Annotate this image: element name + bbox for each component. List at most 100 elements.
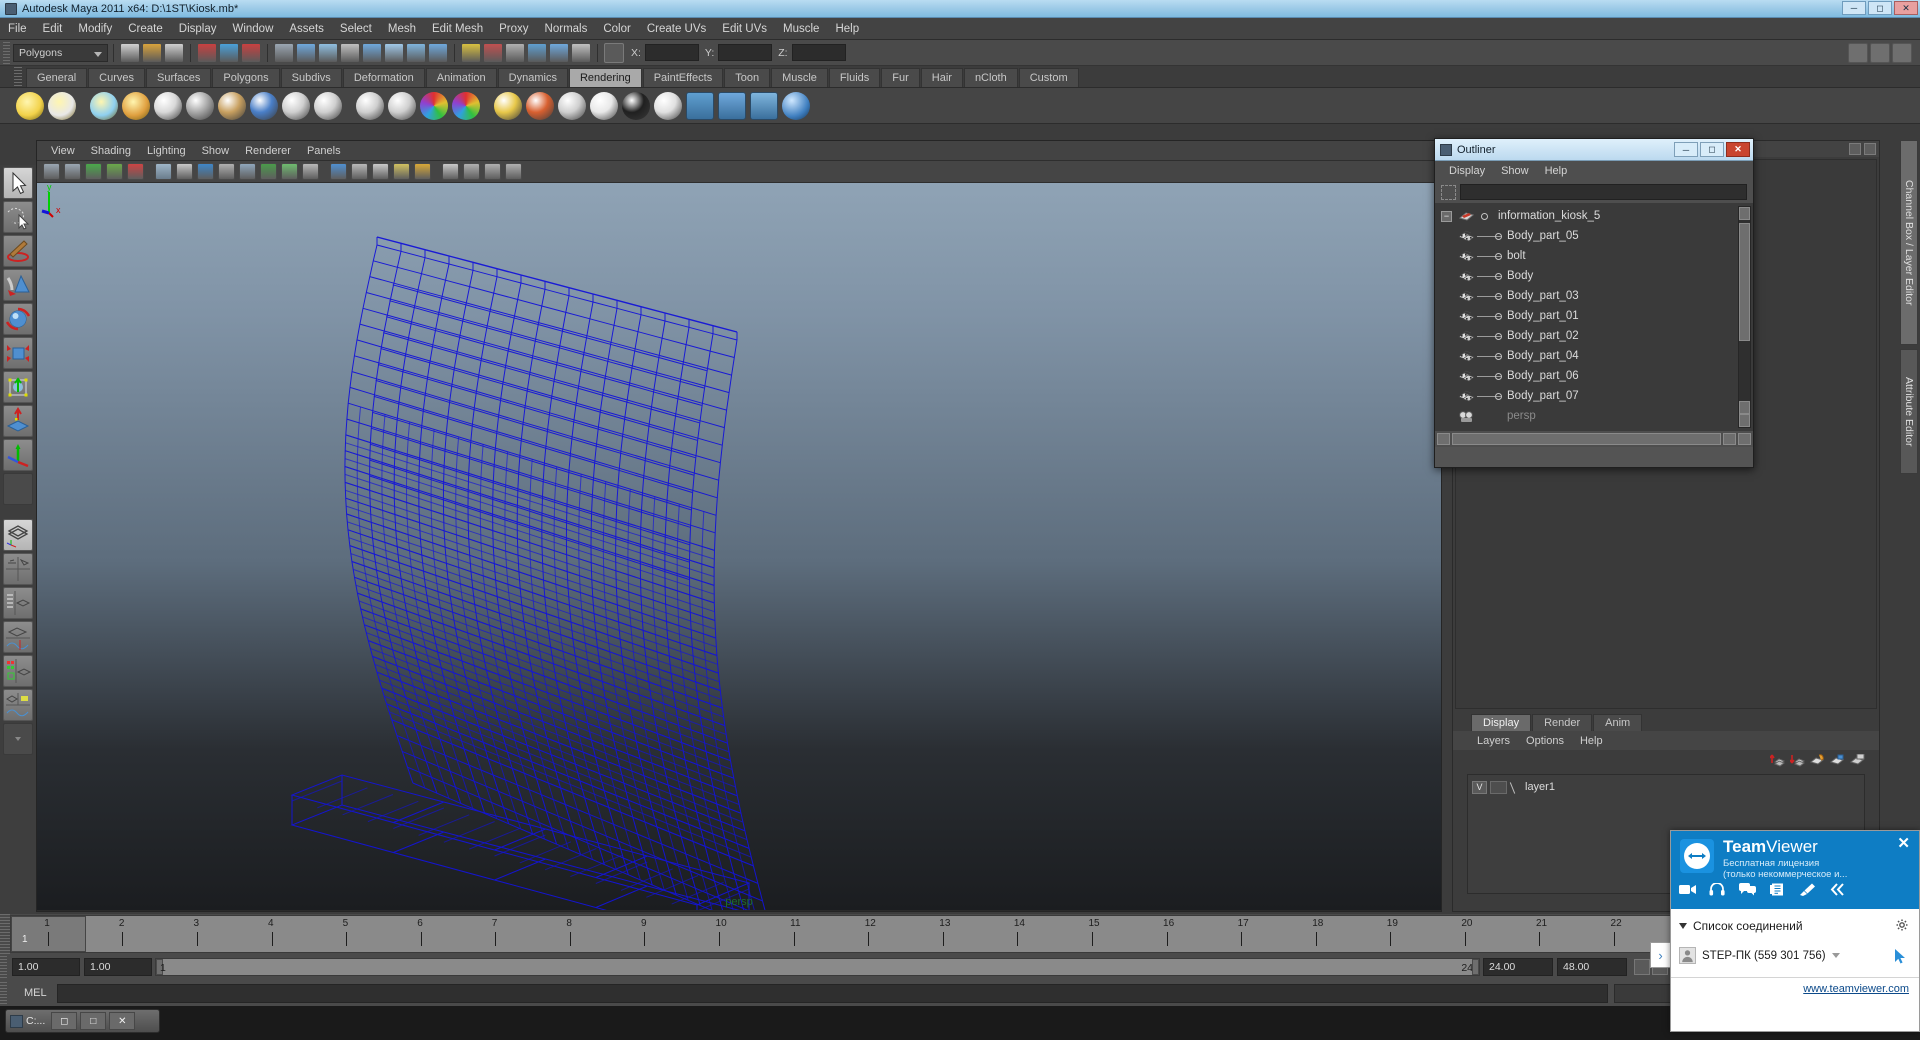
status-icon-d-4[interactable]: [549, 42, 569, 63]
hscroll-right-arrow[interactable]: [1723, 433, 1736, 445]
viewport-use-default-lighting-icon[interactable]: [281, 163, 298, 180]
minimize-button[interactable]: ─: [1842, 1, 1866, 15]
shelf-tab-polygons[interactable]: Polygons: [212, 68, 280, 87]
toolbox-select-tool[interactable]: [3, 167, 33, 199]
audio-call-icon[interactable]: [1709, 882, 1726, 898]
shelf-icon-12[interactable]: [420, 91, 448, 120]
layer-visibility-toggle[interactable]: V: [1472, 780, 1487, 794]
shelf-icon-9[interactable]: [314, 91, 342, 120]
outliner-title-bar[interactable]: Outliner ─ ◻ ✕: [1435, 139, 1753, 161]
toolbox-persp-graph-split-layout[interactable]: [3, 689, 33, 721]
teamviewer-website-link[interactable]: www.teamviewer.com: [1803, 983, 1909, 995]
chevron-down-icon[interactable]: [1831, 953, 1840, 958]
taskbar-restore-button[interactable]: ◻: [51, 1012, 78, 1030]
restore-button[interactable]: ◻: [1868, 1, 1892, 15]
viewport-bookmark-icon[interactable]: [85, 163, 102, 180]
viewport-select-camera-icon[interactable]: [43, 163, 60, 180]
anim-start-field[interactable]: 1.00: [84, 958, 152, 976]
time-slider-grip[interactable]: [0, 914, 10, 954]
outliner-tree[interactable]: − information_kiosk_5 Body_part_05 bolt Body…: [1435, 203, 1753, 431]
status-icon-d-5[interactable]: [571, 42, 591, 63]
expand-collapse-toggle[interactable]: −: [1441, 210, 1452, 222]
command-line[interactable]: MEL: [0, 980, 1920, 1006]
range-right-handle[interactable]: [1472, 959, 1479, 975]
layer-tab-display[interactable]: Display: [1471, 714, 1532, 731]
outliner-menu-display[interactable]: Display: [1441, 164, 1493, 178]
outliner-search-input[interactable]: [1460, 184, 1747, 200]
menu-item-file[interactable]: File: [0, 20, 35, 38]
viewport-menu-panels[interactable]: Panels: [299, 143, 349, 159]
shelf-tab-ncloth[interactable]: nCloth: [963, 68, 1018, 87]
selection-mode-dropdown[interactable]: Polygons: [13, 43, 108, 62]
toolbox-outliner-persp-layout[interactable]: [3, 587, 33, 619]
toolbox-paint-select-tool[interactable]: [3, 235, 33, 267]
taskbar-maximize-button[interactable]: □: [80, 1012, 107, 1030]
layer-new-layer-from-selected-icon[interactable]: [1829, 754, 1845, 768]
viewport-smooth-shade-icon[interactable]: [176, 163, 193, 180]
status-icon-c-1[interactable]: [296, 42, 316, 63]
viewport-gamma-icon[interactable]: [393, 163, 410, 180]
dock-undock-icon[interactable]: [1849, 143, 1861, 155]
side-tab-channel-box-layer-editor[interactable]: Channel Box / Layer Editor: [1900, 140, 1918, 345]
whiteboard-icon[interactable]: [1799, 883, 1816, 898]
toolbox-universal-manipulator-tool[interactable]: [3, 371, 33, 403]
layer-menu-layers[interactable]: Layers: [1469, 734, 1518, 748]
viewport-smooth-shade-all-icon[interactable]: [197, 163, 214, 180]
layer-layer-membership-icon[interactable]: [1849, 753, 1865, 768]
time-slider[interactable]: 1 12345678910111213141516171819202122232…: [0, 914, 1920, 954]
viewport-camera-attributes-icon[interactable]: [64, 163, 81, 180]
shelf-icon-16[interactable]: [558, 91, 586, 120]
menu-item-modify[interactable]: Modify: [70, 20, 120, 38]
range-start-field[interactable]: 1.00: [12, 958, 80, 976]
outliner-item[interactable]: Body_part_02: [1435, 326, 1753, 346]
viewport-panel[interactable]: View Shading Lighting Show Renderer Panels y …: [36, 140, 1442, 912]
viewport-shadows-icon[interactable]: [302, 163, 319, 180]
viewport-canvas[interactable]: y x persp: [37, 183, 1441, 910]
gear-icon[interactable]: [1896, 919, 1909, 932]
shelf-icon-1[interactable]: [48, 91, 76, 120]
status-line[interactable]: Polygons X: Y: Z:: [0, 40, 1920, 66]
shelf-icon-15[interactable]: [526, 91, 554, 120]
viewport-xray-joints-icon[interactable]: [351, 163, 368, 180]
toolbox-hypershade-persp-layout[interactable]: [3, 655, 33, 687]
teamviewer-body[interactable]: Список соединений STEP-ПК (559 301 756) …: [1671, 909, 1919, 999]
viewport-menu-shading[interactable]: Shading: [83, 143, 139, 159]
status-icon-c-4[interactable]: [362, 42, 382, 63]
shelf-icon-5[interactable]: [186, 91, 214, 120]
shelf-tab-fur[interactable]: Fur: [881, 68, 920, 87]
snap-center-icon[interactable]: [604, 42, 624, 63]
layer-move-layer-up-icon[interactable]: [1769, 754, 1786, 768]
toolbox[interactable]: [0, 165, 36, 1005]
outliner-item[interactable]: Body_part_03: [1435, 286, 1753, 306]
menu-item-window[interactable]: Window: [224, 20, 281, 38]
outliner-item[interactable]: Body_part_04: [1435, 346, 1753, 366]
teamviewer-panel[interactable]: TeamViewer Бесплатная лицензия (только н…: [1670, 830, 1920, 1032]
scroll-down-arrow-upper[interactable]: [1739, 401, 1750, 414]
toolbox-lasso-select-tool[interactable]: [3, 201, 33, 233]
window-controls[interactable]: ─ ◻ ✕: [1842, 1, 1918, 15]
toolbox-show-manipulator-tool[interactable]: [3, 439, 33, 471]
viewport-menu-show[interactable]: Show: [194, 143, 238, 159]
outliner-menu-show[interactable]: Show: [1493, 164, 1537, 178]
status-icon-a-2[interactable]: [164, 42, 184, 63]
outliner-item[interactable]: Body_part_07: [1435, 386, 1753, 406]
menu-item-display[interactable]: Display: [171, 20, 225, 38]
outliner-menu-help[interactable]: Help: [1537, 164, 1576, 178]
outliner-search-row[interactable]: [1435, 181, 1753, 203]
shelf-icon-19[interactable]: [654, 91, 682, 120]
outliner-item[interactable]: Body_part_05: [1435, 226, 1753, 246]
contact-row[interactable]: STEP-ПК (559 301 756): [1679, 947, 1840, 964]
outliner-item[interactable]: persp: [1435, 406, 1753, 426]
shelf-tab-subdivs[interactable]: Subdivs: [280, 68, 342, 87]
teamviewer-toolbar[interactable]: [1679, 882, 1846, 898]
layer-row[interactable]: Vlayer1: [1468, 779, 1864, 795]
outliner-menu-bar[interactable]: Display Show Help: [1435, 161, 1753, 181]
outliner-minimize-button[interactable]: ─: [1674, 142, 1698, 157]
layer-tab-anim[interactable]: Anim: [1593, 714, 1643, 731]
taskbar[interactable]: C:... ◻ □ ✕: [0, 1006, 1920, 1040]
coord-z-input[interactable]: [791, 44, 846, 61]
viewport-flat-shade-icon[interactable]: [218, 163, 235, 180]
close-button[interactable]: ✕: [1894, 1, 1918, 15]
viewport-menu-view[interactable]: View: [43, 143, 83, 159]
status-icon-a-1[interactable]: [142, 42, 162, 63]
